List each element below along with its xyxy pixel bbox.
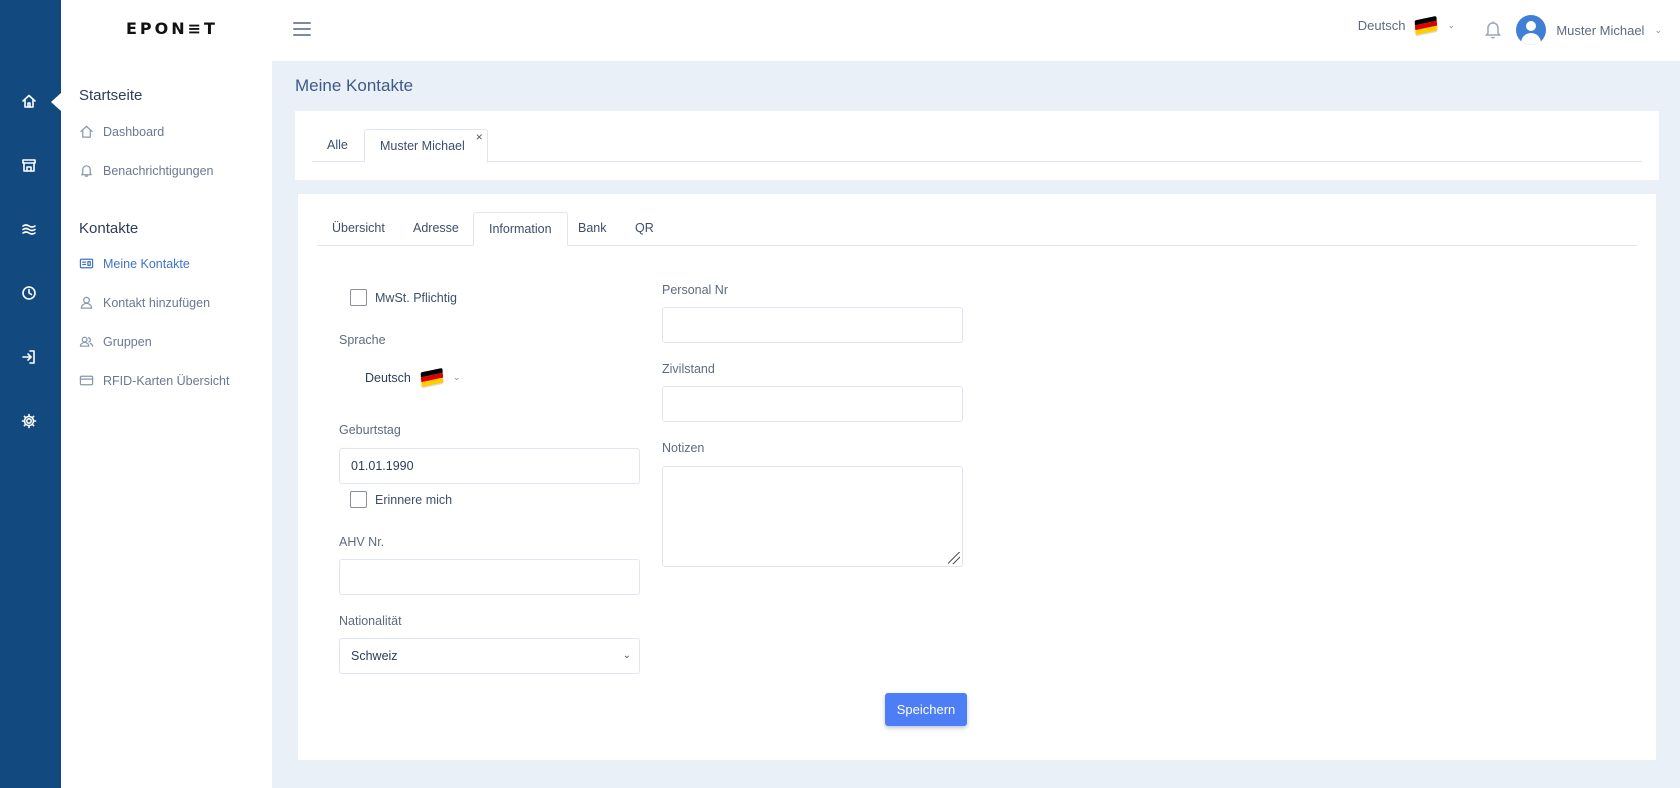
remind-me-checkbox[interactable]: Erinnere mich <box>350 491 452 508</box>
contact-detail-card: Übersicht Adresse Information Bank QR Mw… <box>298 194 1656 760</box>
sidebar-item-add-contact[interactable]: Kontakt hinzufügen <box>79 295 210 310</box>
sidebar-item-my-contacts[interactable]: Meine Kontakte <box>79 256 190 271</box>
sidebar-item-groups[interactable]: Gruppen <box>79 334 152 349</box>
save-button[interactable]: Speichern <box>885 693 967 726</box>
checkbox-box[interactable] <box>350 289 367 306</box>
menu-toggle-icon[interactable] <box>291 18 313 40</box>
birthday-label: Geburtstag <box>339 423 401 437</box>
chevron-down-icon: ⌄ <box>452 372 461 382</box>
notes-textarea[interactable] <box>662 466 963 567</box>
language-field-label: Sprache <box>339 333 386 347</box>
tab-all[interactable]: Alle <box>312 129 363 162</box>
tab-address[interactable]: Adresse <box>398 212 474 245</box>
tab-muster-michael[interactable]: Muster Michael × <box>364 129 488 163</box>
id-card-icon <box>79 258 94 269</box>
waves-icon[interactable] <box>18 218 40 240</box>
clock-icon[interactable] <box>18 282 40 304</box>
personal-nr-label: Personal Nr <box>662 283 728 297</box>
close-icon[interactable]: × <box>476 121 483 154</box>
chevron-down-icon: ⌄ <box>622 650 631 661</box>
gear-icon[interactable] <box>18 410 40 432</box>
german-flag-icon <box>420 367 444 388</box>
vat-checkbox[interactable]: MwSt. Pflichtig <box>350 289 457 306</box>
contact-tabs: Alle Muster Michael × <box>312 129 1642 163</box>
avatar-icon <box>1516 15 1547 45</box>
language-selector[interactable]: Deutsch ⌄ <box>1357 15 1455 36</box>
tab-information[interactable]: Information <box>473 212 568 246</box>
chevron-down-icon: ⌄ <box>1447 20 1455 30</box>
ahv-label: AHV Nr. <box>339 535 385 549</box>
remind-label: Erinnere mich <box>375 492 453 507</box>
civil-status-input[interactable] <box>662 386 963 422</box>
sidebar-item-label: Dashboard <box>103 124 165 139</box>
nationality-label: Nationalität <box>339 614 402 628</box>
sidebar-item-notifications[interactable]: Benachrichtigungen <box>79 163 214 178</box>
sidebar-item-label: Meine Kontakte <box>103 256 190 271</box>
checkbox-box[interactable] <box>350 491 367 508</box>
notifications-bell-icon[interactable] <box>1482 18 1504 40</box>
user-icon <box>80 296 93 309</box>
sidebar-item-label: Benachrichtigungen <box>103 163 214 178</box>
users-icon <box>79 336 94 347</box>
sidebar-item-dashboard[interactable]: Dashboard <box>79 124 164 139</box>
resize-handle-icon[interactable] <box>948 552 960 564</box>
personal-nr-input[interactable] <box>662 307 963 343</box>
bell-icon <box>81 165 92 177</box>
german-flag-icon <box>1414 15 1438 36</box>
sidebar-item-label: Gruppen <box>103 334 152 349</box>
language-select[interactable]: Deutsch ⌄ <box>365 367 461 388</box>
card-icon <box>79 375 94 386</box>
language-value: Deutsch <box>365 370 411 385</box>
app-logo[interactable]: EPON≡T <box>126 19 218 38</box>
tab-bank[interactable]: Bank <box>563 212 622 245</box>
active-pointer <box>51 93 61 111</box>
home-icon <box>80 125 93 138</box>
user-menu[interactable]: Muster Michael ⌄ <box>1516 15 1662 45</box>
tab-overview[interactable]: Übersicht <box>317 212 400 245</box>
side-menu: Startseite Dashboard Benachrichtigungen … <box>61 61 272 788</box>
user-name: Muster Michael <box>1556 22 1645 38</box>
nationality-select[interactable]: Schweiz ⌄ <box>339 638 640 674</box>
vat-label: MwSt. Pflichtig <box>375 290 457 305</box>
language-label: Deutsch <box>1357 18 1406 33</box>
sidebar-item-label: RFID-Karten Übersicht <box>103 373 230 388</box>
section-title-startseite: Startseite <box>79 87 143 104</box>
contact-tabs-card: Alle Muster Michael × <box>295 111 1659 180</box>
sidebar-item-rfid-cards[interactable]: RFID-Karten Übersicht <box>79 373 229 388</box>
sidebar-item-label: Kontakt hinzufügen <box>103 295 211 310</box>
home-icon[interactable] <box>18 90 40 112</box>
tab-label: Muster Michael <box>380 139 465 153</box>
nationality-value: Schweiz <box>351 649 398 663</box>
notes-label: Notizen <box>662 441 705 455</box>
birthday-input[interactable]: 01.01.1990 <box>339 448 640 484</box>
icon-rail <box>0 0 61 788</box>
detail-tabs: Übersicht Adresse Information Bank QR <box>317 212 1637 246</box>
chevron-down-icon: ⌄ <box>1654 24 1662 35</box>
civil-status-label: Zivilstand <box>662 362 715 376</box>
tab-qr[interactable]: QR <box>620 212 669 245</box>
login-icon[interactable] <box>18 346 40 368</box>
ahv-input[interactable] <box>339 559 640 595</box>
top-header: EPON≡T Deutsch ⌄ Muster Michael ⌄ <box>61 0 1680 61</box>
store-icon[interactable] <box>18 154 40 176</box>
section-title-kontakte: Kontakte <box>79 220 139 237</box>
page-title: Meine Kontakte <box>295 76 414 95</box>
